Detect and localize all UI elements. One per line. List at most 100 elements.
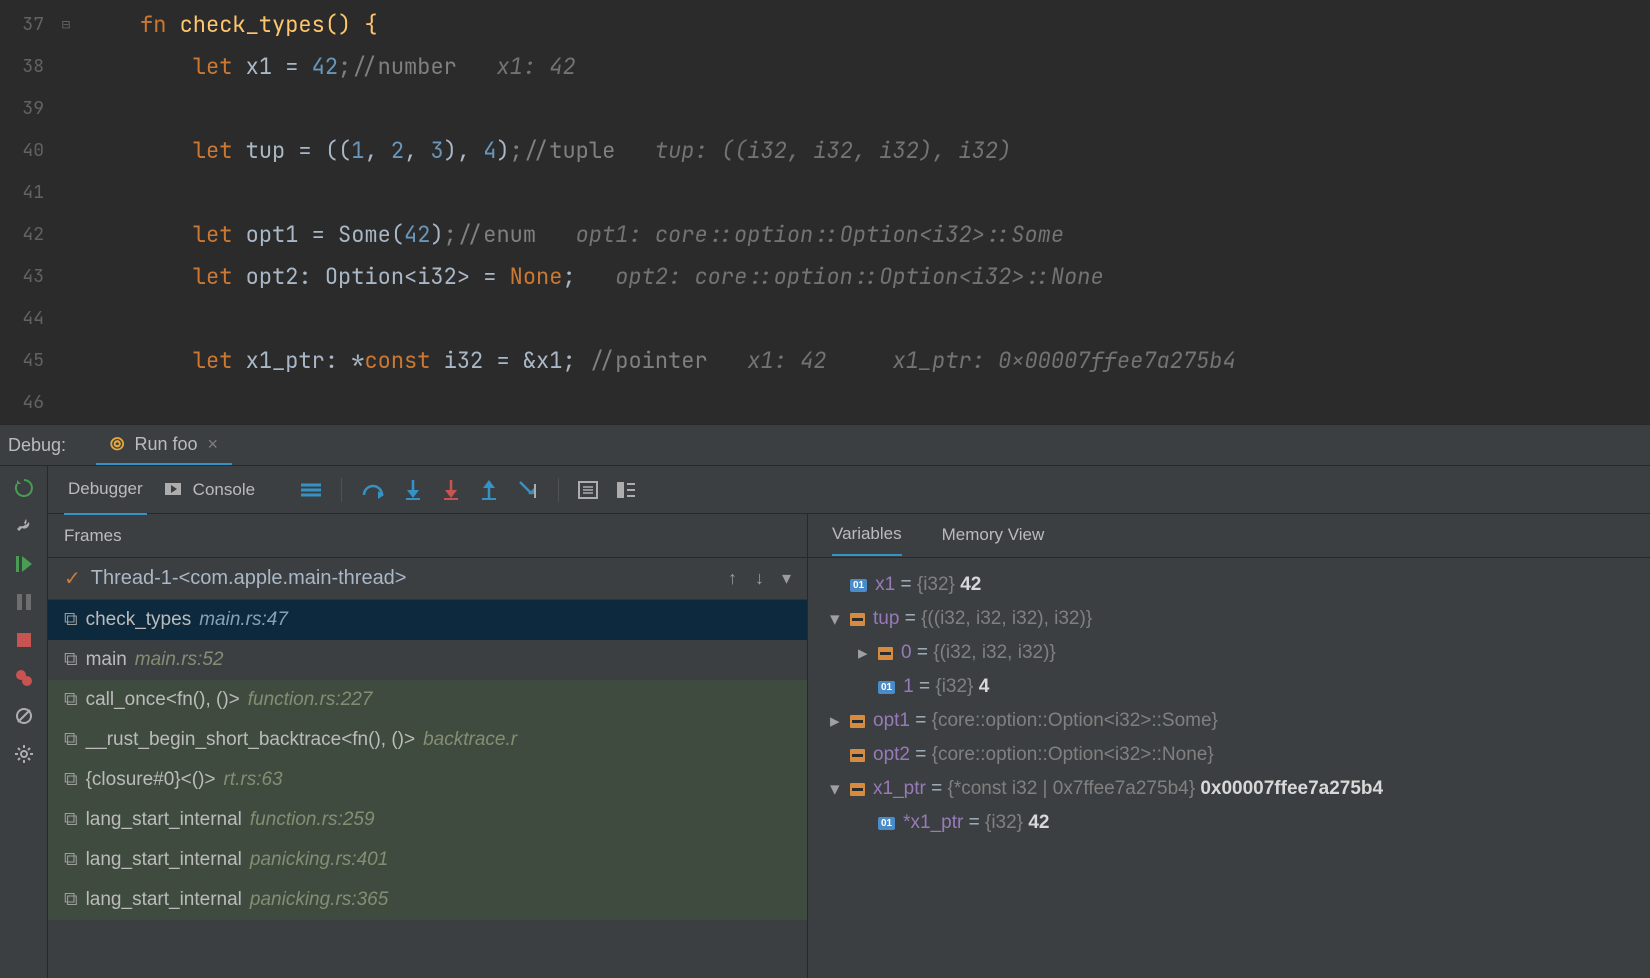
primitive-icon: 01 <box>850 579 867 592</box>
frame-icon: ⧉ <box>64 809 78 831</box>
variables-tabs: Variables Memory View <box>808 514 1650 558</box>
variable-row[interactable]: 01 x1 = {i32} 42 <box>816 568 1650 602</box>
chevron-down-icon[interactable]: ▾ <box>830 608 850 631</box>
frame-name: lang_start_internal <box>86 889 242 911</box>
thread-dropdown-icon[interactable]: ▾ <box>782 568 791 589</box>
frame-location: backtrace.r <box>423 729 517 751</box>
primitive-icon: 01 <box>878 817 895 830</box>
step-into-icon[interactable] <box>404 480 422 500</box>
stop-icon[interactable] <box>14 630 34 650</box>
variable-value: 42 <box>960 574 981 596</box>
frame-location: main.rs:52 <box>135 649 224 671</box>
debugger-tab[interactable]: Debugger <box>64 479 147 515</box>
inlay-hint: opt2: core::option::Option<i32>::None <box>615 262 1103 291</box>
close-icon[interactable]: × <box>208 434 219 455</box>
frame-item[interactable]: ⧉ lang_start_internal panicking.rs:401 <box>48 840 807 880</box>
threads-icon[interactable] <box>301 483 321 497</box>
struct-icon <box>850 749 865 762</box>
fold-icon[interactable]: ⊟ <box>52 4 80 46</box>
variable-type: {(i32, i32, i32)} <box>933 642 1056 664</box>
line-number: 45 <box>0 340 44 382</box>
frame-item[interactable]: ⧉ {closure#0}<()> rt.rs:63 <box>48 760 807 800</box>
variable-name: 1 <box>903 676 914 698</box>
code-text: const <box>364 346 430 375</box>
chevron-right-icon[interactable]: ▸ <box>858 642 878 665</box>
variable-name: x1 <box>875 574 895 596</box>
frame-name: call_once<fn(), ()> <box>86 689 240 711</box>
pause-icon[interactable] <box>14 592 34 612</box>
mute-breakpoints-icon[interactable] <box>14 706 34 726</box>
debug-toolwindow-tabbar: Debug: ⦾ Run foo × <box>0 424 1650 466</box>
frame-item[interactable]: ⧉ check_types main.rs:47 <box>48 600 807 640</box>
breakpoints-icon[interactable] <box>14 668 34 688</box>
line-number: 40 <box>0 130 44 172</box>
variable-row[interactable]: 01 *x1_ptr = {i32} 42 <box>816 806 1650 840</box>
evaluate-expression-icon[interactable] <box>579 482 597 498</box>
code-content[interactable]: fn check_types() { let x1 = 42;//number … <box>80 0 1650 424</box>
fn-signature: check_types() { <box>180 10 378 39</box>
frame-item[interactable]: ⧉ call_once<fn(), ()> function.rs:227 <box>48 680 807 720</box>
trace-current-icon[interactable] <box>617 482 635 498</box>
struct-icon <box>850 783 865 796</box>
variables-panel: Variables Memory View 01 x1 = {i32} 42 ▾ <box>808 514 1650 978</box>
code-comment: ;//number <box>338 52 457 81</box>
variable-row[interactable]: opt2 = {core::option::Option<i32>::None} <box>816 738 1650 772</box>
variables-tree[interactable]: 01 x1 = {i32} 42 ▾ tup = {((i32, i32, i3… <box>808 558 1650 978</box>
line-number: 44 <box>0 298 44 340</box>
debug-toolwindow: Debugger Console Frames <box>0 466 1650 978</box>
variable-type: {i32} <box>985 812 1023 834</box>
frame-name: lang_start_internal <box>86 849 242 871</box>
frames-header: Frames <box>48 514 807 558</box>
variable-type: {core::option::Option<i32>::Some} <box>932 710 1218 732</box>
step-over-icon[interactable] <box>362 481 384 499</box>
code-text: None <box>510 262 563 291</box>
variable-value: 4 <box>979 676 990 698</box>
rust-run-icon: ⦾ <box>110 434 124 455</box>
resume-icon[interactable] <box>14 554 34 574</box>
settings-icon[interactable] <box>14 744 34 764</box>
chevron-right-icon[interactable]: ▸ <box>830 710 850 733</box>
variable-row[interactable]: ▸ opt1 = {core::option::Option<i32>::Som… <box>816 704 1650 738</box>
variable-type: {core::option::Option<i32>::None} <box>932 744 1214 766</box>
line-number: 39 <box>0 88 44 130</box>
debug-run-config-tab[interactable]: ⦾ Run foo × <box>96 425 232 465</box>
next-frame-icon[interactable]: ↓ <box>755 568 764 589</box>
variable-row[interactable]: ▾ x1_ptr = {*const i32 | 0x7ffee7a275b4}… <box>816 772 1650 806</box>
variable-row[interactable]: 01 1 = {i32} 4 <box>816 670 1650 704</box>
variable-row[interactable]: ▾ tup = {((i32, i32, i32), i32)} <box>816 602 1650 636</box>
variable-name: x1_ptr <box>873 778 926 800</box>
thread-name: Thread-1-<com.apple.main-thread> <box>91 567 407 590</box>
frame-item[interactable]: ⧉ lang_start_internal function.rs:259 <box>48 800 807 840</box>
force-step-into-icon[interactable] <box>442 480 460 500</box>
rerun-icon[interactable] <box>14 478 34 498</box>
variable-value: 0x00007ffee7a275b4 <box>1200 778 1383 800</box>
line-number: 42 <box>0 214 44 256</box>
line-number: 43 <box>0 256 44 298</box>
frame-item[interactable]: ⧉ main main.rs:52 <box>48 640 807 680</box>
frame-name: main <box>86 649 127 671</box>
line-number: 46 <box>0 382 44 424</box>
debug-main: Debugger Console Frames <box>48 466 1650 978</box>
frame-location: rt.rs:63 <box>224 769 283 791</box>
debug-actions <box>301 478 635 502</box>
wrench-icon[interactable] <box>14 516 34 536</box>
variable-row[interactable]: ▸ 0 = {(i32, i32, i32)} <box>816 636 1650 670</box>
run-to-cursor-icon[interactable] <box>518 480 538 500</box>
frame-icon: ⧉ <box>64 849 78 871</box>
frame-item[interactable]: ⧉ lang_start_internal panicking.rs:365 <box>48 880 807 920</box>
memory-view-tab[interactable]: Memory View <box>942 525 1045 555</box>
struct-icon <box>850 715 865 728</box>
prev-frame-icon[interactable]: ↑ <box>728 568 737 589</box>
frames-list[interactable]: ⧉ check_types main.rs:47 ⧉ main main.rs:… <box>48 600 807 978</box>
console-tab[interactable]: Console <box>189 480 259 514</box>
variables-tab[interactable]: Variables <box>832 524 902 556</box>
line-number: 41 <box>0 172 44 214</box>
thread-selector[interactable]: ✓ Thread-1-<com.apple.main-thread> ↑ ↓ ▾ <box>48 558 807 600</box>
step-out-icon[interactable] <box>480 480 498 500</box>
frame-item[interactable]: ⧉ __rust_begin_short_backtrace<fn(), ()>… <box>48 720 807 760</box>
frame-icon: ⧉ <box>64 729 78 751</box>
code-editor[interactable]: 37 38 39 40 41 42 43 44 45 46 ⊟ fn check… <box>0 0 1650 424</box>
debug-left-toolbar <box>0 466 48 978</box>
chevron-down-icon[interactable]: ▾ <box>830 778 850 801</box>
frame-location: function.rs:259 <box>250 809 375 831</box>
